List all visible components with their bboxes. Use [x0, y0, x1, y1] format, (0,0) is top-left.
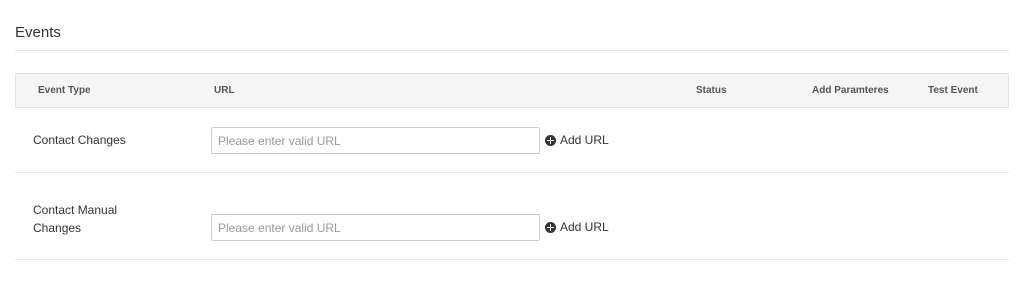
header-test-event: Test Event — [928, 85, 978, 96]
events-section-title: Events — [15, 24, 61, 41]
table-row: Contact Changes Add URL — [15, 108, 1009, 173]
url-input[interactable] — [211, 127, 540, 154]
add-url-button[interactable]: Add URL — [545, 132, 609, 148]
event-type-label: Contact Changes — [33, 133, 126, 147]
event-type-line-1: Contact Manual — [33, 203, 118, 217]
header-url: URL — [214, 85, 235, 96]
event-type-label: Contact Manual Changes — [33, 201, 153, 237]
header-event-type: Event Type — [38, 85, 91, 96]
event-type-line-2: Changes — [33, 221, 82, 235]
plus-circle-icon — [545, 134, 556, 146]
header-add-parameters: Add Paramteres — [812, 85, 889, 96]
add-url-button[interactable]: Add URL — [545, 219, 609, 235]
add-url-label: Add URL — [560, 220, 609, 234]
events-table: Event Type URL Status Add Paramteres Tes… — [15, 73, 1009, 260]
table-row: Contact Manual Changes Add URL — [15, 173, 1009, 260]
table-header: Event Type URL Status Add Paramteres Tes… — [15, 73, 1009, 108]
add-url-label: Add URL — [560, 133, 609, 147]
plus-circle-icon — [545, 221, 556, 233]
header-status: Status — [696, 85, 727, 96]
url-input[interactable] — [211, 214, 540, 241]
title-divider — [15, 50, 1009, 51]
